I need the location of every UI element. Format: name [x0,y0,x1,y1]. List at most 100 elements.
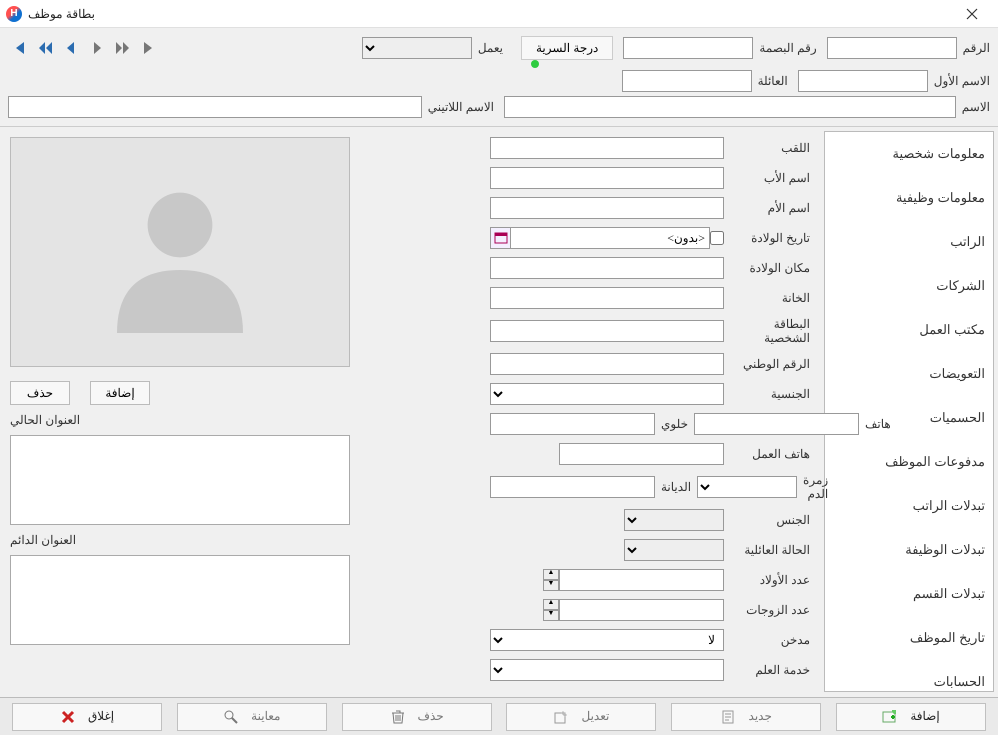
nav-last-icon[interactable] [138,36,160,60]
spin-down-icon[interactable]: ▼ [543,580,559,591]
sidebar-item-compensations[interactable]: التعويضات [825,352,993,396]
father-input[interactable] [490,167,724,189]
sidebar-item-job[interactable]: معلومات وظيفية [825,176,993,220]
wives-input[interactable] [559,599,724,621]
bottom-new-button[interactable]: جديد [671,703,821,731]
titlebar: H بطاقة موظف [0,0,998,28]
spin-up-icon[interactable]: ▲ [543,599,559,610]
name-label: الاسم [962,100,990,114]
phone-input[interactable] [694,413,859,435]
mother-input[interactable] [490,197,724,219]
close-x-icon [60,709,76,725]
sidebar-item-payments[interactable]: مدفوعات الموظف [825,440,993,484]
dob-label: تاريخ الولادة [730,231,810,245]
fingerprint-input[interactable] [623,37,753,59]
blood-select[interactable] [697,476,797,498]
birthplace-label: مكان الولادة [730,261,810,275]
bottom-delete-button[interactable]: حذف [342,703,492,731]
nav-next-page-icon[interactable] [112,36,134,60]
window-title: بطاقة موظف [28,7,95,21]
nav-first-icon[interactable] [8,36,30,60]
religion-input[interactable] [490,476,655,498]
document-new-icon [721,709,737,725]
name-input[interactable] [504,96,956,118]
content-panel: اللقب اسم الأب اسم الأم تاريخ الولادة مك… [0,127,820,696]
works-select[interactable] [362,37,472,59]
record-nav-group [8,36,160,60]
permanent-address-label: العنوان الدائم [10,533,82,547]
preview-icon [223,709,239,725]
sidebar-item-companies[interactable]: الشركات [825,264,993,308]
photo-add-button[interactable]: إضافة [90,381,150,405]
employee-photo [10,137,350,367]
dob-checkbox[interactable] [710,231,724,245]
sidebar-item-labor-office[interactable]: مكتب العمل [825,308,993,352]
spin-down-icon[interactable]: ▼ [543,610,559,621]
wives-label: عدد الزوجات [730,603,810,617]
permanent-address-input[interactable] [10,555,350,645]
dob-input[interactable] [510,227,710,249]
security-level-button[interactable]: درجة السرية [521,36,613,60]
mobile-input[interactable] [490,413,655,435]
workphone-label: هاتف العمل [730,447,810,461]
sidebar-item-accounts[interactable]: الحسابات [825,660,993,692]
trash-icon [390,709,406,725]
idcard-input[interactable] [490,320,724,342]
blood-label: زمرة الدم [803,473,828,501]
father-label: اسم الأب [730,171,810,185]
sidebar-item-personal[interactable]: معلومات شخصية [825,132,993,176]
full-name-field: الاسم [504,96,990,118]
first-name-input[interactable] [798,70,928,92]
app-icon: H [6,6,22,22]
avatar-placeholder-icon [90,162,270,342]
fingerprint-field: رقم البصمة [623,37,816,59]
sidebar-item-history[interactable]: تاريخ الموظف [825,616,993,660]
nationalid-input[interactable] [490,353,724,375]
first-name-field: الاسم الأول [798,70,990,92]
workphone-input[interactable] [559,443,724,465]
district-input[interactable] [490,287,724,309]
nav-prev-page-icon[interactable] [34,36,56,60]
bottom-add-label: إضافة [910,709,939,724]
nav-next-icon[interactable] [86,36,108,60]
mobile-label: خلوي [661,417,688,431]
marital-select[interactable] [624,539,724,561]
spin-up-icon[interactable]: ▲ [543,569,559,580]
bottom-delete-label: حذف [418,709,444,724]
nav-prev-icon[interactable] [60,36,82,60]
sidebar-nav: معلومات شخصية معلومات وظيفية الراتب الشر… [824,131,994,692]
sidebar-item-dept-changes[interactable]: تبدلات القسم [825,572,993,616]
title-input[interactable] [490,137,724,159]
smoker-label: مدخن [730,633,810,647]
phone-label: هاتف [865,417,891,431]
sidebar-item-salary[interactable]: الراتب [825,220,993,264]
bottom-edit-button[interactable]: تعديل [506,703,656,731]
sidebar-item-salary-changes[interactable]: تبدلات الراتب [825,484,993,528]
title-label: اللقب [730,141,810,155]
bottom-add-button[interactable]: إضافة [836,703,986,731]
marital-label: الحالة العائلية [730,543,810,557]
family-field: العائلة [622,70,788,92]
latin-name-input[interactable] [8,96,422,118]
military-select[interactable] [490,659,724,681]
bottom-close-button[interactable]: إغلاق [12,703,162,731]
calendar-icon[interactable] [490,227,510,249]
works-field: يعمل [362,37,503,59]
bottom-preview-button[interactable]: معاينة [177,703,327,731]
main-area: معلومات شخصية معلومات وظيفية الراتب الشر… [0,126,998,696]
close-window-button[interactable] [952,2,992,26]
number-field: الرقم [827,37,990,59]
current-address-input[interactable] [10,435,350,525]
bottom-close-label: إغلاق [88,709,114,724]
photo-delete-button[interactable]: حذف [10,381,70,405]
family-label: العائلة [758,74,788,88]
gender-select[interactable] [624,509,724,531]
number-input[interactable] [827,37,957,59]
birthplace-input[interactable] [490,257,724,279]
children-input[interactable] [559,569,724,591]
sidebar-item-job-changes[interactable]: تبدلات الوظيفة [825,528,993,572]
smoker-select[interactable]: لا [490,629,724,651]
family-input[interactable] [622,70,752,92]
bottom-action-bar: إضافة جديد تعديل حذف معاينة إغلاق [0,697,998,735]
nationality-select[interactable] [490,383,724,405]
